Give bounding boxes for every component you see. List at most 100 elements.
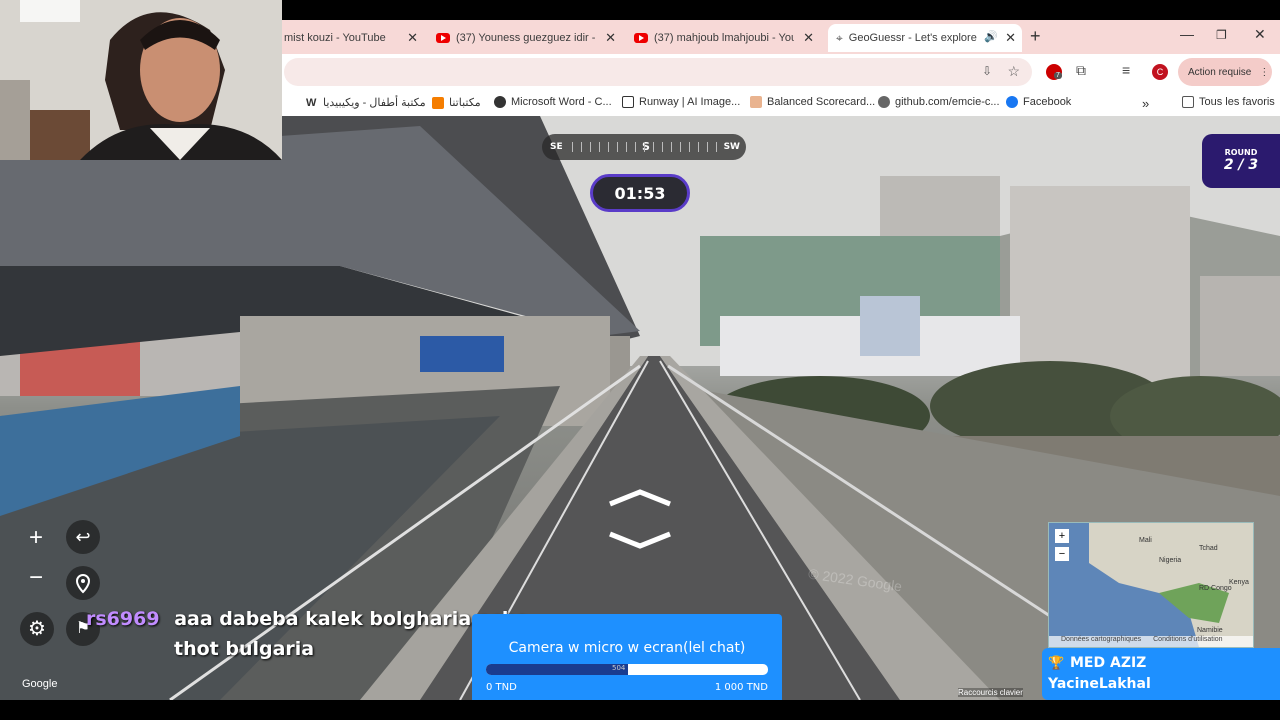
bookmark-label: Facebook	[1023, 96, 1072, 108]
bookmark-wiki[interactable]: W مكتبة أطفال - ويكيبيديا	[306, 96, 426, 110]
bookmark-balanced[interactable]: Balanced Scorecard...	[750, 96, 875, 108]
map-label-rdcongo: RD Congo	[1199, 585, 1232, 592]
round-value: 2 / 3	[1223, 157, 1259, 173]
youtube-icon	[436, 33, 450, 43]
compass-ticks	[572, 142, 722, 152]
globe-icon	[494, 96, 506, 108]
trophy-icon: 🏆	[1048, 656, 1065, 671]
guess-map[interactable]: Mali Tchad Nigeria Kenya RD Congo Namibi…	[1048, 522, 1254, 648]
extension-icon[interactable]: 7	[1046, 64, 1062, 80]
install-app-icon[interactable]: ⇩	[982, 64, 992, 78]
goal-max: 1 000 TND	[714, 682, 768, 693]
bookmark-label: Microsoft Word - C...	[511, 96, 612, 108]
bookmark-github[interactable]: github.com/emcie-c...	[878, 96, 1000, 108]
tab-youtube-3[interactable]: (37) mahjoub lmahjoubi - YouTu ✕	[634, 24, 820, 52]
donor-alert: 🏆 MED AZIZ YacineLakhal	[1042, 648, 1280, 700]
tab-youtube-1[interactable]: mist kouzi - YouTube ✕	[284, 24, 424, 52]
goal-progress-label: 504	[612, 664, 626, 672]
facebook-icon	[1006, 96, 1018, 108]
goal-progress-fill	[486, 664, 629, 675]
gear-icon: ⚙	[28, 618, 46, 640]
tab-title: GeoGuessr - Let's explore th	[848, 32, 977, 44]
action-required-button[interactable]: Action requise ⋮	[1178, 58, 1272, 86]
compass-label-left: SE	[550, 142, 563, 152]
close-icon[interactable]: ✕	[1005, 30, 1016, 46]
youtube-icon	[634, 33, 648, 43]
settings-button[interactable]: ⚙	[20, 612, 54, 646]
map-data-credit: Données cartographiques	[1061, 636, 1142, 643]
map-label-nigeria: Nigeria	[1159, 557, 1182, 564]
donor-name: MED AZIZ	[1070, 655, 1147, 671]
close-icon[interactable]: ✕	[407, 30, 418, 46]
close-icon[interactable]: ✕	[803, 30, 814, 46]
all-bookmarks-label: Tous les favoris	[1199, 96, 1275, 108]
streamer-video	[0, 0, 282, 160]
bookmark-word[interactable]: Microsoft Word - C...	[494, 96, 612, 108]
bookmark-star-icon[interactable]: ☆	[1007, 63, 1020, 80]
zoom-out-button[interactable]: −	[20, 562, 52, 594]
bookmark-blogger[interactable]: مكتباتنا	[432, 96, 481, 109]
tab-title: mist kouzi - YouTube	[284, 32, 386, 44]
runway-icon	[622, 96, 634, 108]
chat-user: rs6969	[86, 608, 160, 630]
map-zoom-in[interactable]: +	[1055, 529, 1069, 543]
map-label-namibie: Namibie	[1197, 627, 1223, 634]
google-logo: Google	[22, 678, 58, 690]
address-bar[interactable]: ⇩ ☆	[284, 58, 1032, 86]
map-footer: Données cartographiques Conditions d'uti…	[1049, 636, 1253, 647]
map-label-mali: Mali	[1139, 537, 1152, 544]
goal-progress-track: 504	[486, 664, 768, 675]
puzzle-icon[interactable]: ⧉	[1076, 62, 1086, 79]
zoom-in-button[interactable]: +	[20, 522, 52, 554]
speaker-icon[interactable]: 🔊	[984, 30, 998, 43]
close-window-button[interactable]: ✕	[1254, 26, 1266, 43]
new-tab-button[interactable]: +	[1030, 26, 1041, 47]
close-icon[interactable]: ✕	[605, 30, 616, 46]
bookmark-label: Balanced Scorecard...	[767, 96, 876, 108]
restore-button[interactable]: ❐	[1216, 28, 1227, 42]
map-terms-link[interactable]: Conditions d'utilisation	[1153, 636, 1222, 643]
goal-min: 0 TND	[486, 682, 517, 693]
undo-move-button[interactable]: ↩	[66, 520, 100, 554]
minimize-button[interactable]: —	[1180, 26, 1194, 42]
donor-message: YacineLakhal	[1048, 676, 1151, 692]
profile-avatar[interactable]: C	[1152, 64, 1168, 80]
round-label: ROUND	[1224, 148, 1258, 157]
return-to-start-button[interactable]	[66, 566, 100, 600]
timer-value: 01:53	[614, 183, 666, 203]
folder-icon	[1182, 96, 1194, 108]
pin-icon	[75, 573, 91, 594]
media-control-icon[interactable]: ≡	[1122, 62, 1130, 78]
wikipedia-icon: W	[306, 96, 317, 109]
github-icon	[878, 96, 890, 108]
bookmark-runway[interactable]: Runway | AI Image...	[622, 96, 740, 108]
blogger-icon	[432, 96, 444, 109]
tab-title: (37) mahjoub lmahjoubi - YouTu	[654, 32, 794, 44]
bookmark-label: github.com/emcie-c...	[895, 96, 1000, 108]
screen-bottom-bar	[0, 700, 1280, 720]
action-required-label: Action requise	[1188, 66, 1252, 78]
move-forward-arrow[interactable]	[606, 488, 674, 508]
webcam-overlay	[0, 0, 282, 160]
bookmark-label: مكتبة أطفال - ويكيبيديا	[323, 97, 426, 109]
move-back-arrow[interactable]	[606, 530, 674, 550]
bookmark-facebook[interactable]: Facebook	[1006, 96, 1071, 108]
more-bookmarks-icon[interactable]: »	[1142, 96, 1149, 111]
all-bookmarks[interactable]: Tous les favoris	[1182, 96, 1275, 108]
tab-geoguessr[interactable]: ⌖ GeoGuessr - Let's explore th 🔊 ✕	[828, 24, 1022, 52]
street-view-panorama[interactable]: SE S SW 01:53 ROUND 2 / 3 + − ↩ ⚙ ⚑ Goog…	[0, 116, 1280, 700]
document-icon	[750, 96, 762, 108]
goal-title: Camera w micro w ecran(lel chat)	[508, 640, 746, 656]
map-label-tchad: Tchad	[1199, 545, 1218, 552]
location-pin-icon: ⌖	[836, 30, 843, 45]
bookmark-label: Runway | AI Image...	[639, 96, 741, 108]
timer: 01:53	[590, 174, 690, 212]
map-zoom-out[interactable]: −	[1055, 547, 1069, 561]
round-badge: ROUND 2 / 3	[1202, 134, 1280, 188]
tab-title: (37) Youness guezguez idir - Yo	[456, 32, 596, 44]
keyboard-shortcuts-link[interactable]: Raccourcis clavier	[958, 688, 1023, 697]
compass-label-right: SW	[723, 142, 740, 152]
bookmark-label: مكتباتنا	[449, 97, 481, 109]
tab-youtube-2[interactable]: (37) Youness guezguez idir - Yo ✕	[436, 24, 622, 52]
compass: SE S SW	[542, 134, 746, 160]
